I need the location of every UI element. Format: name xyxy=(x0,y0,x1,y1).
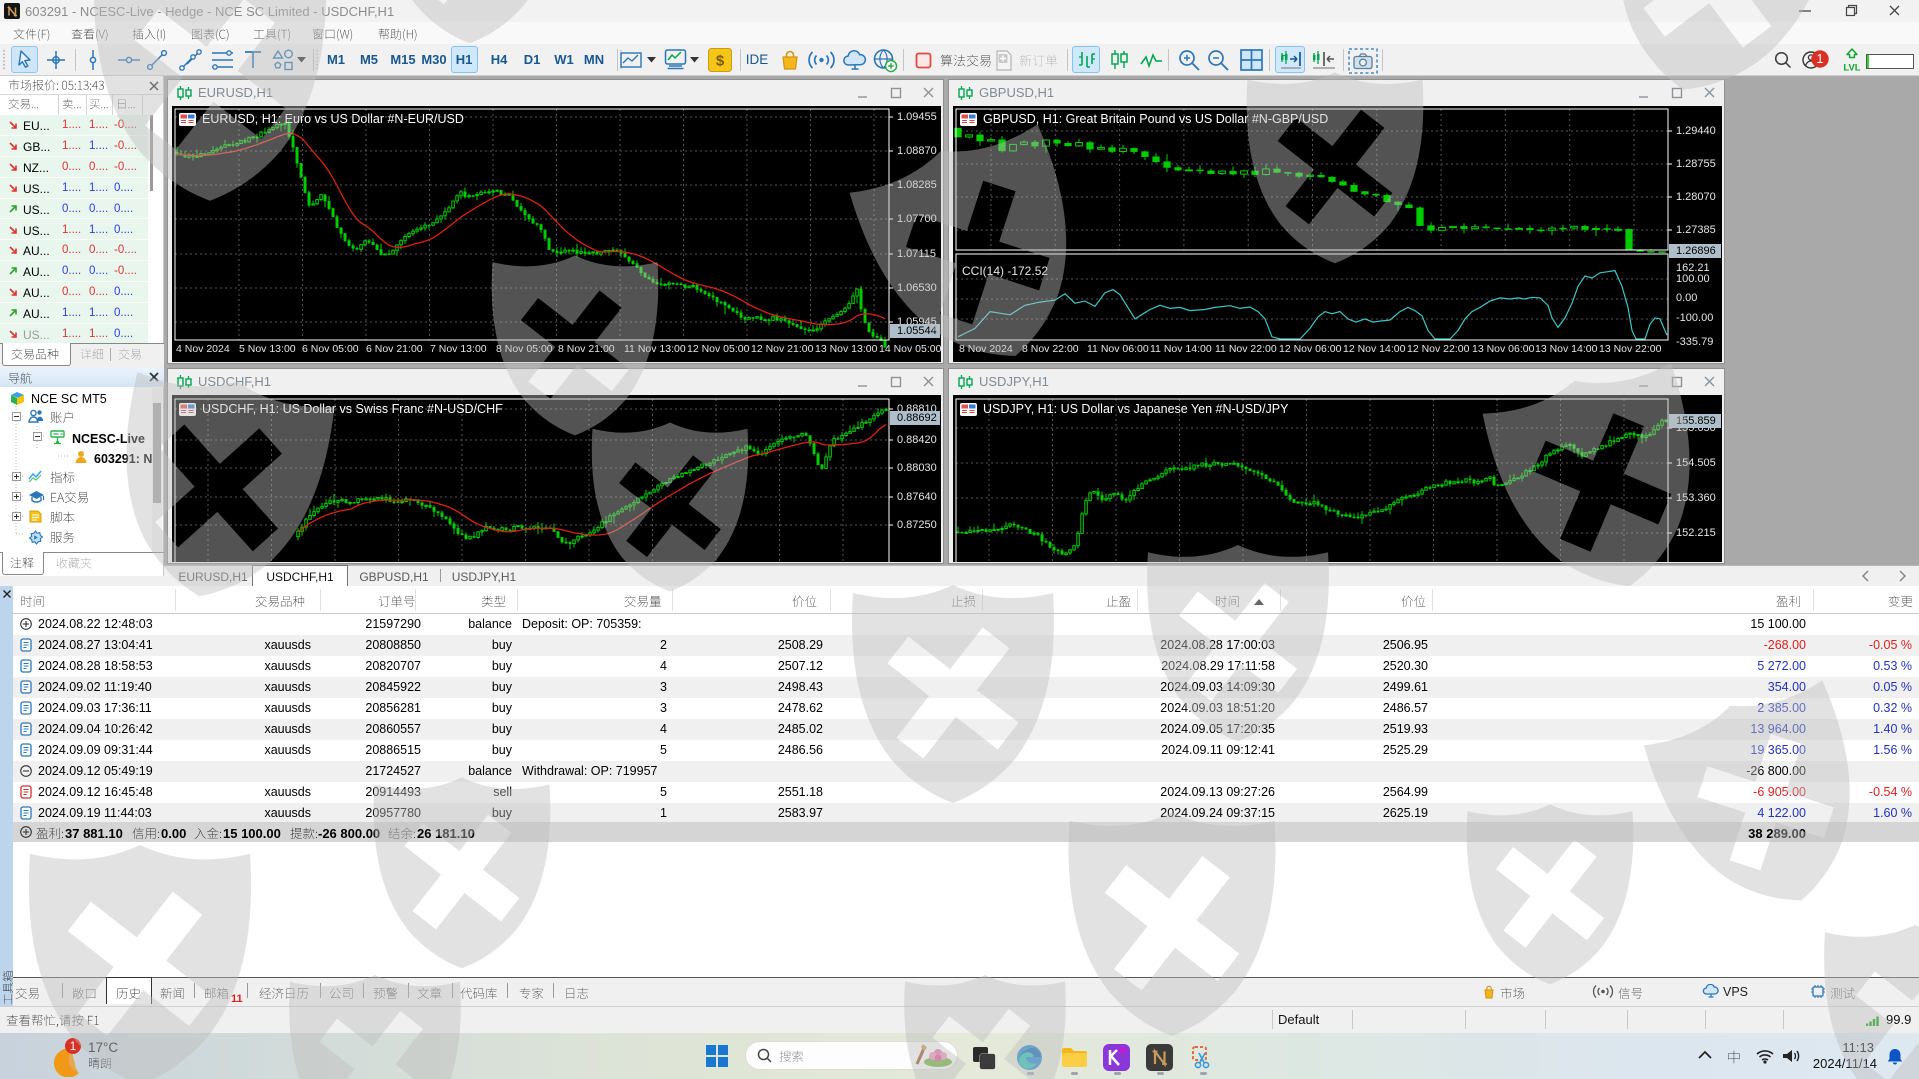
svg-text:1: 1 xyxy=(1817,52,1824,66)
svg-text:LVL: LVL xyxy=(1843,63,1860,74)
svg-text:1: 1 xyxy=(70,1041,76,1053)
svg-text:$: $ xyxy=(716,53,725,70)
